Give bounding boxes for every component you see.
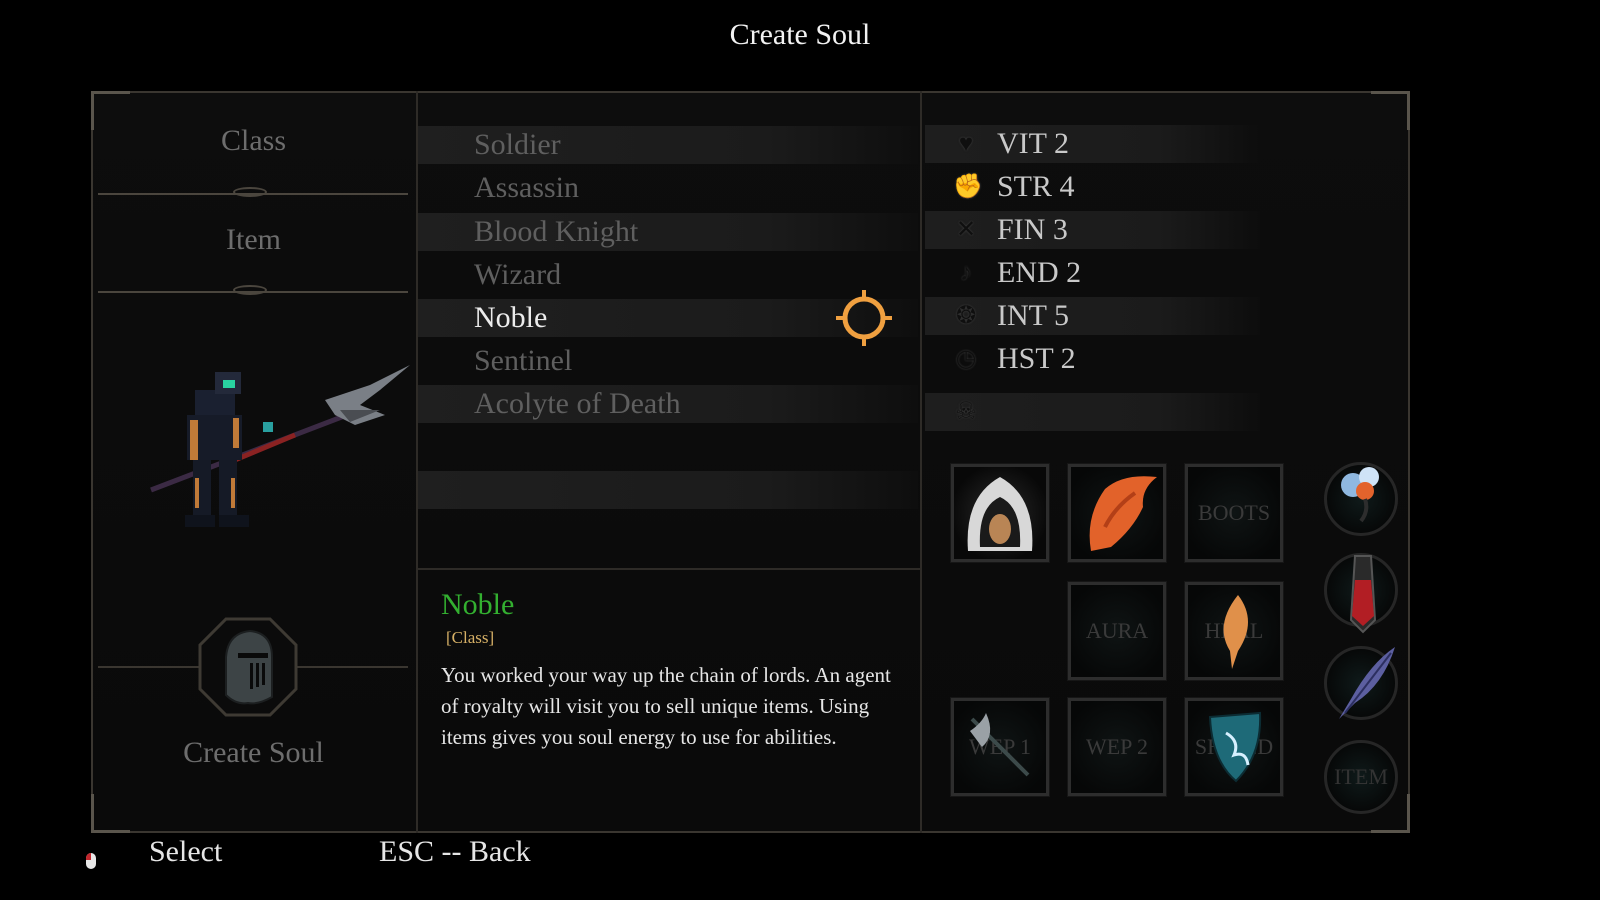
hood-item-icon <box>967 477 1033 551</box>
ornament-divider <box>98 285 408 295</box>
item-slot-4[interactable]: ITEM <box>1324 740 1398 814</box>
stat-end: ♪ END 2 <box>925 254 1260 292</box>
shield-icon <box>1208 711 1262 783</box>
item-slot-1[interactable] <box>1324 462 1398 536</box>
stat-hst: ◷ HST 2 <box>925 340 1260 378</box>
flower-icon <box>1341 467 1379 523</box>
stat-fin: ✕ FIN 3 <box>925 211 1260 249</box>
character-sprite <box>150 365 410 527</box>
class-option-blood-knight[interactable]: Blood Knight <box>418 213 918 251</box>
stat-vit: ♥ VIT 2 <box>925 125 1260 163</box>
tab-item[interactable]: Item <box>91 223 416 257</box>
class-option-soldier[interactable]: Soldier <box>418 126 918 164</box>
helmet-icon[interactable] <box>198 617 298 717</box>
leg-icon: ♪ <box>960 260 972 286</box>
stat-int: ❂ INT 5 <box>925 297 1260 335</box>
class-option-empty <box>418 471 918 509</box>
axe-icon <box>970 713 1030 777</box>
description-text: You worked your way up the chain of lord… <box>441 663 891 749</box>
clock-icon: ◷ <box>955 346 977 372</box>
heal-slot[interactable]: HEAL <box>1184 581 1284 681</box>
quill-icon <box>1339 647 1395 719</box>
crosshair-cursor-icon <box>836 290 892 346</box>
class-option-empty <box>418 428 918 466</box>
aura-slot[interactable]: AURA <box>1067 581 1167 681</box>
divider-desc <box>418 568 920 570</box>
class-option-assassin[interactable]: Assassin <box>418 169 918 207</box>
item-slot-2[interactable] <box>1324 553 1398 634</box>
mouse-icon <box>86 853 96 869</box>
tab-class[interactable]: Class <box>91 124 416 158</box>
vial-icon <box>1349 555 1377 634</box>
cape-slot[interactable] <box>1067 463 1167 563</box>
cape-item-icon <box>1089 476 1157 551</box>
crossed-blades-icon: ✕ <box>955 217 977 243</box>
description-title: Noble <box>441 588 515 621</box>
class-option-acolyte-of-death[interactable]: Acolyte of Death <box>418 385 918 423</box>
boots-slot[interactable]: BOOTS <box>1184 463 1284 563</box>
create-soul-button[interactable]: Create Soul <box>91 736 416 770</box>
item-slot-3[interactable] <box>1324 646 1398 720</box>
description-type-tag: [Class] <box>446 628 495 647</box>
stat-str: ✊ STR 4 <box>953 170 1075 203</box>
heart-icon: ♥ <box>958 131 974 157</box>
weapon-2-slot[interactable]: WEP 2 <box>1067 697 1167 797</box>
page-title: Create Soul <box>729 18 871 51</box>
weapon-1-slot[interactable]: WEP 1 <box>950 697 1050 797</box>
ornament-divider <box>98 187 408 197</box>
divider-right <box>920 91 922 833</box>
shield-slot[interactable]: SHIELD <box>1184 697 1284 797</box>
hood-slot[interactable] <box>950 463 1050 563</box>
back-hint[interactable]: ESC -- Back <box>379 835 531 869</box>
fist-icon: ✊ <box>953 174 983 200</box>
select-hint: Select <box>149 835 223 868</box>
skull-icon: ☠ <box>955 399 977 425</box>
feather-icon <box>1223 595 1248 669</box>
brain-icon: ❂ <box>955 303 977 329</box>
stat-empty: ☠ <box>925 393 1260 431</box>
